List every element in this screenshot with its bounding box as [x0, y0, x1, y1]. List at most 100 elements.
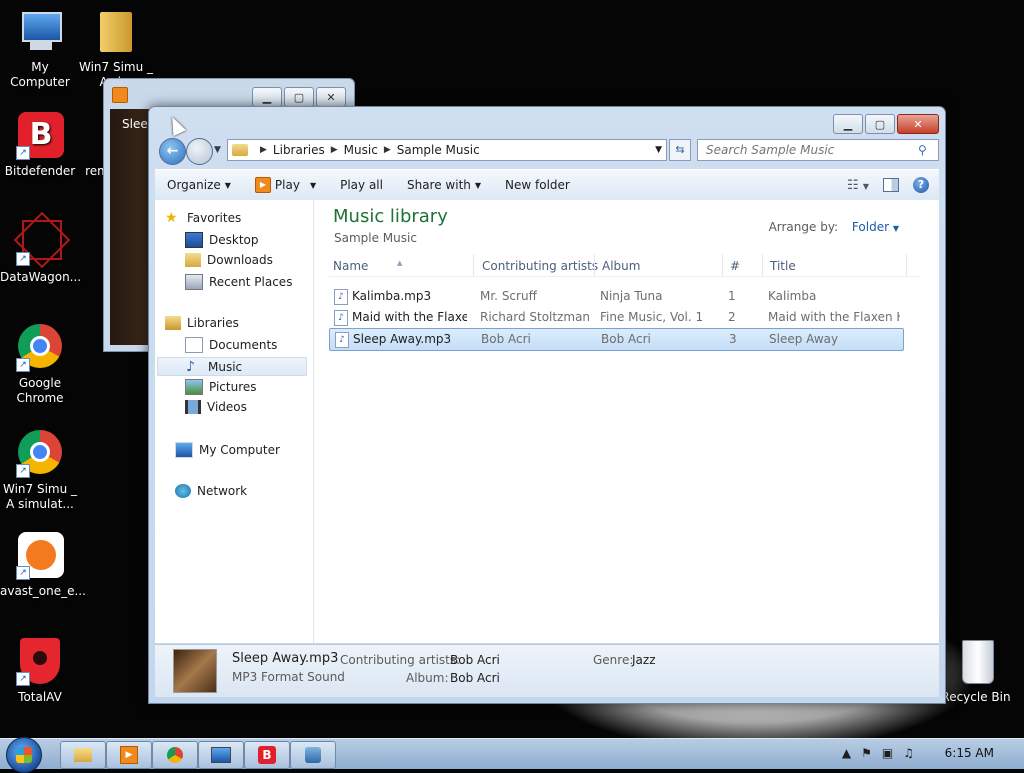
column-header-title[interactable]: Title — [770, 259, 796, 273]
nav-label: Pictures — [209, 380, 257, 394]
column-header-name[interactable]: Name — [333, 259, 368, 273]
nav-documents[interactable]: Documents — [185, 337, 277, 353]
desktop-icon-datawagon[interactable]: ↗ DataWagon... — [0, 211, 81, 285]
column-divider[interactable] — [473, 254, 474, 276]
close-button[interactable]: ✕ — [316, 87, 346, 107]
taskbar-app-button[interactable] — [198, 741, 244, 769]
arrange-by: Arrange by: Folder ▼ — [769, 220, 899, 234]
taskbar-chrome-button[interactable] — [152, 741, 198, 769]
show-hidden-icons-icon[interactable]: ▲ — [842, 746, 851, 760]
file-row-kalimba[interactable]: ♪ Kalimba.mp3 Mr. Scruff Ninja Tuna 1 Ka… — [329, 286, 902, 307]
nav-label: Music — [208, 359, 243, 374]
action-center-flag-icon[interactable]: ⚑ — [861, 746, 872, 760]
explorer-window[interactable]: ▁ ▢ ✕ ← ▼ ▶ Libraries ▶ Music ▶ Sample M… — [148, 106, 946, 704]
file-album: Fine Music, Vol. 1 — [600, 310, 704, 324]
desktop-icon-win7-simu-chrome[interactable]: ↗ Win7 Simu _ A simulat... — [0, 430, 80, 512]
search-icon[interactable]: ⚲ — [918, 143, 927, 157]
network-icon — [175, 484, 191, 498]
nav-label: Downloads — [207, 253, 273, 267]
library-title: Music library — [333, 206, 448, 227]
clock[interactable]: 6:15 AM — [945, 746, 994, 760]
maximize-button[interactable]: ▢ — [284, 87, 314, 107]
maximize-button[interactable]: ▢ — [865, 114, 895, 134]
play-button[interactable]: ▶ Play ▼ — [243, 170, 328, 200]
details-genre-value[interactable]: Jazz — [632, 653, 656, 667]
close-button[interactable]: ✕ — [897, 114, 939, 134]
column-divider[interactable] — [722, 254, 723, 276]
breadcrumb-chevron-icon[interactable]: ▶ — [331, 145, 338, 155]
nav-favorites[interactable]: ★ Favorites — [165, 211, 241, 225]
help-icon[interactable]: ? — [913, 177, 929, 193]
nav-label: Videos — [207, 400, 247, 414]
desktop-icon-avast[interactable]: ↗ avast_one_e... — [0, 532, 86, 599]
nav-my-computer[interactable]: My Computer — [175, 442, 280, 458]
forward-button[interactable] — [186, 138, 213, 165]
column-header-artists[interactable]: Contributing artists — [482, 259, 598, 273]
address-dropdown-icon[interactable]: ▼ — [655, 145, 662, 155]
back-button[interactable]: ← — [159, 138, 186, 165]
nav-music[interactable]: ♪ Music — [157, 357, 307, 376]
nav-videos[interactable]: Videos — [185, 400, 247, 414]
desktop-icon-totalav[interactable]: ↗ TotalAV — [0, 638, 80, 705]
column-divider[interactable] — [762, 254, 763, 276]
breadcrumb-libraries[interactable]: Libraries — [273, 143, 325, 157]
column-divider[interactable] — [906, 254, 907, 276]
minimize-button[interactable]: ▁ — [252, 87, 282, 107]
file-row-maid-with-the-flaxen-hair[interactable]: ♪ Maid with the Flaxe... Richard Stoltzm… — [329, 307, 902, 328]
preview-pane-icon[interactable] — [883, 178, 899, 192]
file-title: Maid with the Flaxen H... — [768, 310, 900, 324]
nav-pictures[interactable]: Pictures — [185, 379, 257, 395]
view-options-icon[interactable]: ☷ ▼ — [847, 178, 869, 193]
chrome-icon: ↗ — [16, 430, 64, 478]
desktop-icon-google-chrome[interactable]: ↗ Google Chrome — [0, 324, 80, 406]
nav-network[interactable]: Network — [175, 484, 247, 498]
libraries-icon — [165, 316, 181, 330]
volume-icon[interactable]: ♫ — [903, 746, 914, 760]
folder-icon — [74, 748, 92, 762]
desktop-icon-label: Google Chrome — [16, 376, 64, 405]
desktop-icon-my-computer[interactable]: My Computer — [0, 8, 80, 90]
nav-downloads[interactable]: Downloads — [185, 253, 273, 267]
nav-label: Favorites — [187, 211, 242, 225]
new-folder-button[interactable]: New folder — [493, 170, 582, 200]
nav-label: My Computer — [199, 443, 280, 457]
refresh-button[interactable]: ⇆ — [669, 139, 691, 161]
search-box[interactable]: ⚲ — [697, 139, 939, 161]
breadcrumb-chevron-icon[interactable]: ▶ — [260, 145, 267, 155]
media-player-icon — [112, 87, 128, 103]
breadcrumb-music[interactable]: Music — [344, 143, 378, 157]
nav-desktop[interactable]: Desktop — [185, 232, 259, 248]
play-all-button[interactable]: Play all — [328, 170, 395, 200]
taskbar-app2-button[interactable] — [290, 741, 336, 769]
recent-pages-dropdown-icon[interactable]: ▼ — [214, 145, 221, 155]
search-input[interactable] — [704, 142, 918, 158]
breadcrumb-sample-music[interactable]: Sample Music — [397, 143, 480, 157]
taskbar-media-player-button[interactable]: ▶ — [106, 741, 152, 769]
breadcrumb-chevron-icon[interactable]: ▶ — [384, 145, 391, 155]
arrange-by-dropdown[interactable]: Folder ▼ — [852, 220, 899, 234]
column-divider[interactable] — [594, 254, 595, 276]
column-header-album[interactable]: Album — [602, 259, 640, 273]
nav-recent-places[interactable]: Recent Places — [185, 274, 292, 290]
address-bar[interactable]: ▶ Libraries ▶ Music ▶ Sample Music ▼ — [227, 139, 667, 161]
nav-label: Desktop — [209, 233, 259, 247]
computer-icon — [16, 8, 64, 56]
details-artists-value[interactable]: Bob Acri — [450, 653, 500, 667]
monitor-icon — [211, 747, 231, 763]
share-with-button[interactable]: Share with ▼ — [395, 170, 493, 200]
dropdown-arrow-icon: ▼ — [309, 180, 317, 190]
minimize-button[interactable]: ▁ — [833, 114, 863, 134]
file-row-sleep-away[interactable]: ♪ Sleep Away.mp3 Bob Acri Bob Acri 3 Sle… — [329, 328, 904, 351]
network-status-icon[interactable]: ▣ — [882, 746, 893, 760]
desktop-icon-recycle-bin[interactable]: Recycle Bin — [936, 638, 1016, 705]
recycle-bin-icon — [952, 638, 1000, 686]
column-header-number[interactable]: # — [730, 259, 740, 273]
organize-button[interactable]: Organize ▼ — [155, 170, 243, 200]
taskbar: ▶ B ▲ ⚑ ▣ ♫ 6:15 AM — [0, 737, 1024, 773]
taskbar-explorer-button[interactable] — [60, 741, 106, 769]
details-album-value[interactable]: Bob Acri — [450, 671, 500, 685]
videos-icon — [185, 400, 201, 414]
taskbar-bitdefender-button[interactable]: B — [244, 741, 290, 769]
command-bar: Organize ▼ ▶ Play ▼ Play all Share with ▼ Ne… — [155, 169, 939, 201]
nav-libraries[interactable]: Libraries — [165, 316, 239, 330]
